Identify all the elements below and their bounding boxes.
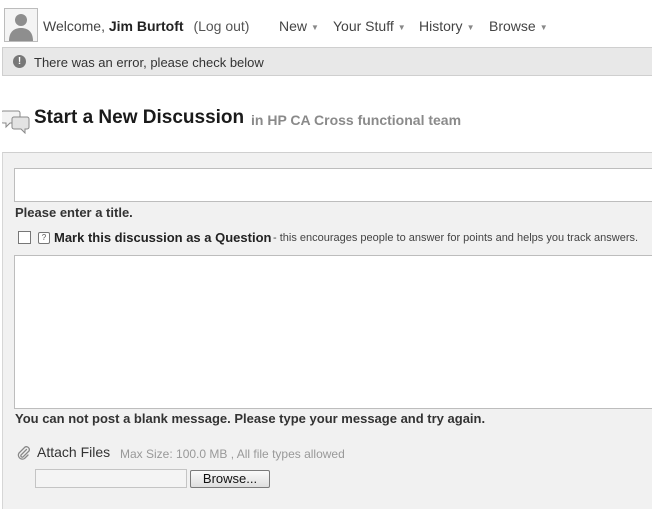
nav-new[interactable]: New ▼ — [279, 18, 319, 34]
nav-your-stuff[interactable]: Your Stuff ▼ — [333, 18, 406, 34]
nav-history[interactable]: History ▼ — [419, 18, 474, 34]
question-option-row: ? Mark this discussion as a Question - t… — [18, 230, 652, 248]
user-name[interactable]: Jim Burtoft — [109, 18, 184, 34]
nav-new-label: New — [279, 18, 308, 34]
error-banner: ! There was an error, please check below — [2, 47, 652, 76]
attach-files-row: Attach Files Max Size: 100.0 MB , All fi… — [17, 444, 617, 462]
chevron-down-icon: ▼ — [397, 23, 406, 32]
question-hint: - this encourages people to answer for p… — [273, 232, 639, 244]
exclamation-icon: ! — [13, 55, 26, 68]
chevron-down-icon: ▼ — [466, 23, 475, 32]
chevron-down-icon: ▼ — [311, 23, 319, 32]
nav-your-stuff-label: Your Stuff — [333, 18, 394, 34]
discussion-title-input[interactable] — [14, 168, 652, 202]
welcome-prefix: Welcome, — [43, 18, 105, 34]
discussion-bubbles-icon — [2, 110, 30, 134]
body-error-message: You can not post a blank message. Please… — [15, 411, 486, 426]
user-silhouette-icon — [9, 14, 33, 41]
error-banner-message: There was an error, please check below — [34, 55, 264, 70]
top-header: Welcome, Jim Burtoft (Log out) New ▼ Your… — [0, 0, 652, 48]
question-checkbox[interactable] — [18, 231, 31, 244]
browse-button[interactable]: Browse... — [190, 470, 270, 488]
user-avatar[interactable] — [4, 8, 38, 42]
page-title-row: Start a New Discussion in HP CA Cross fu… — [0, 106, 652, 136]
file-path-field[interactable] — [35, 469, 187, 488]
chevron-down-icon: ▼ — [539, 23, 548, 32]
nav-history-label: History — [419, 18, 463, 34]
attach-files-note: Max Size: 100.0 MB , All file types allo… — [120, 447, 345, 461]
welcome-text: Welcome, Jim Burtoft (Log out) — [43, 18, 249, 34]
paperclip-icon — [17, 446, 30, 460]
nav-browse[interactable]: Browse ▼ — [489, 18, 548, 34]
question-mark-icon: ? — [38, 232, 50, 244]
group-name-link[interactable]: in HP CA Cross functional team — [251, 112, 461, 128]
question-label[interactable]: Mark this discussion as a Question — [54, 230, 271, 245]
attach-files-label[interactable]: Attach Files — [37, 444, 110, 460]
logout-link[interactable]: (Log out) — [193, 18, 249, 34]
title-error-message: Please enter a title. — [15, 205, 133, 220]
nav-browse-label: Browse — [489, 18, 536, 34]
page-title: Start a New Discussion — [34, 107, 245, 128]
discussion-body-editor[interactable] — [14, 255, 652, 409]
